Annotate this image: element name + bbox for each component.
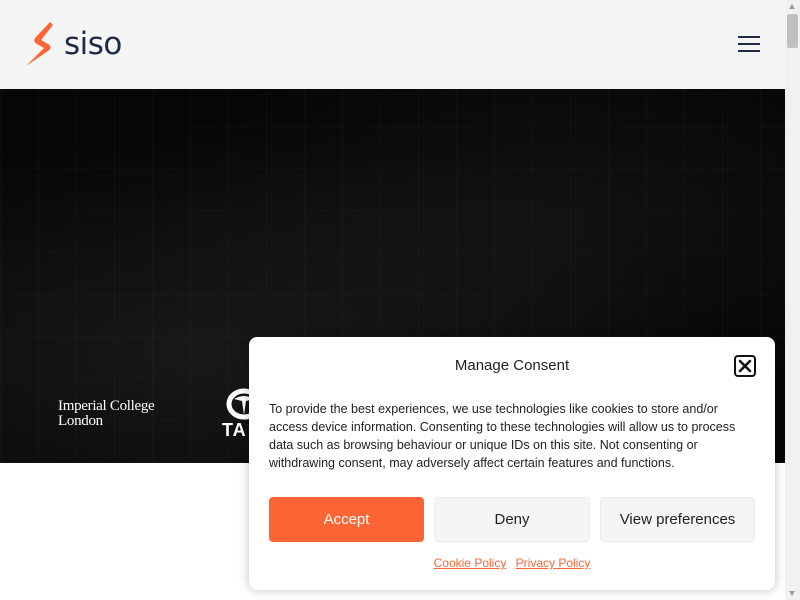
accept-button[interactable]: Accept bbox=[269, 497, 424, 542]
close-icon[interactable] bbox=[734, 355, 756, 377]
cookie-policy-link[interactable]: Cookie Policy bbox=[434, 556, 507, 570]
privacy-policy-link[interactable]: Privacy Policy bbox=[516, 556, 591, 570]
scroll-down-arrow-icon[interactable] bbox=[789, 591, 795, 596]
imperial-logo-line2: London bbox=[58, 413, 103, 429]
consent-title: Manage Consent bbox=[454, 357, 570, 374]
hamburger-menu-icon[interactable] bbox=[738, 36, 760, 53]
cookie-consent-dialog: Manage Consent To provide the best exper… bbox=[249, 337, 775, 590]
scrollbar-thumb[interactable] bbox=[787, 14, 798, 48]
view-preferences-button[interactable]: View preferences bbox=[600, 497, 755, 542]
tata-logo-text: TA bbox=[222, 420, 247, 440]
site-header: siso bbox=[0, 0, 785, 89]
imperial-logo-line1: Imperial College bbox=[58, 398, 155, 414]
siso-bolt-logo-icon bbox=[24, 21, 62, 67]
scroll-up-arrow-icon[interactable] bbox=[789, 4, 795, 9]
consent-message: To provide the best experiences, we use … bbox=[269, 402, 736, 470]
policy-links: Cookie Policy Privacy Policy bbox=[249, 556, 775, 570]
deny-button[interactable]: Deny bbox=[434, 497, 590, 542]
imperial-college-logo: Imperial College London bbox=[58, 398, 155, 429]
page-scrollbar[interactable] bbox=[785, 0, 800, 600]
brand-name: siso bbox=[64, 25, 122, 62]
brand-logo[interactable]: siso bbox=[24, 20, 122, 68]
